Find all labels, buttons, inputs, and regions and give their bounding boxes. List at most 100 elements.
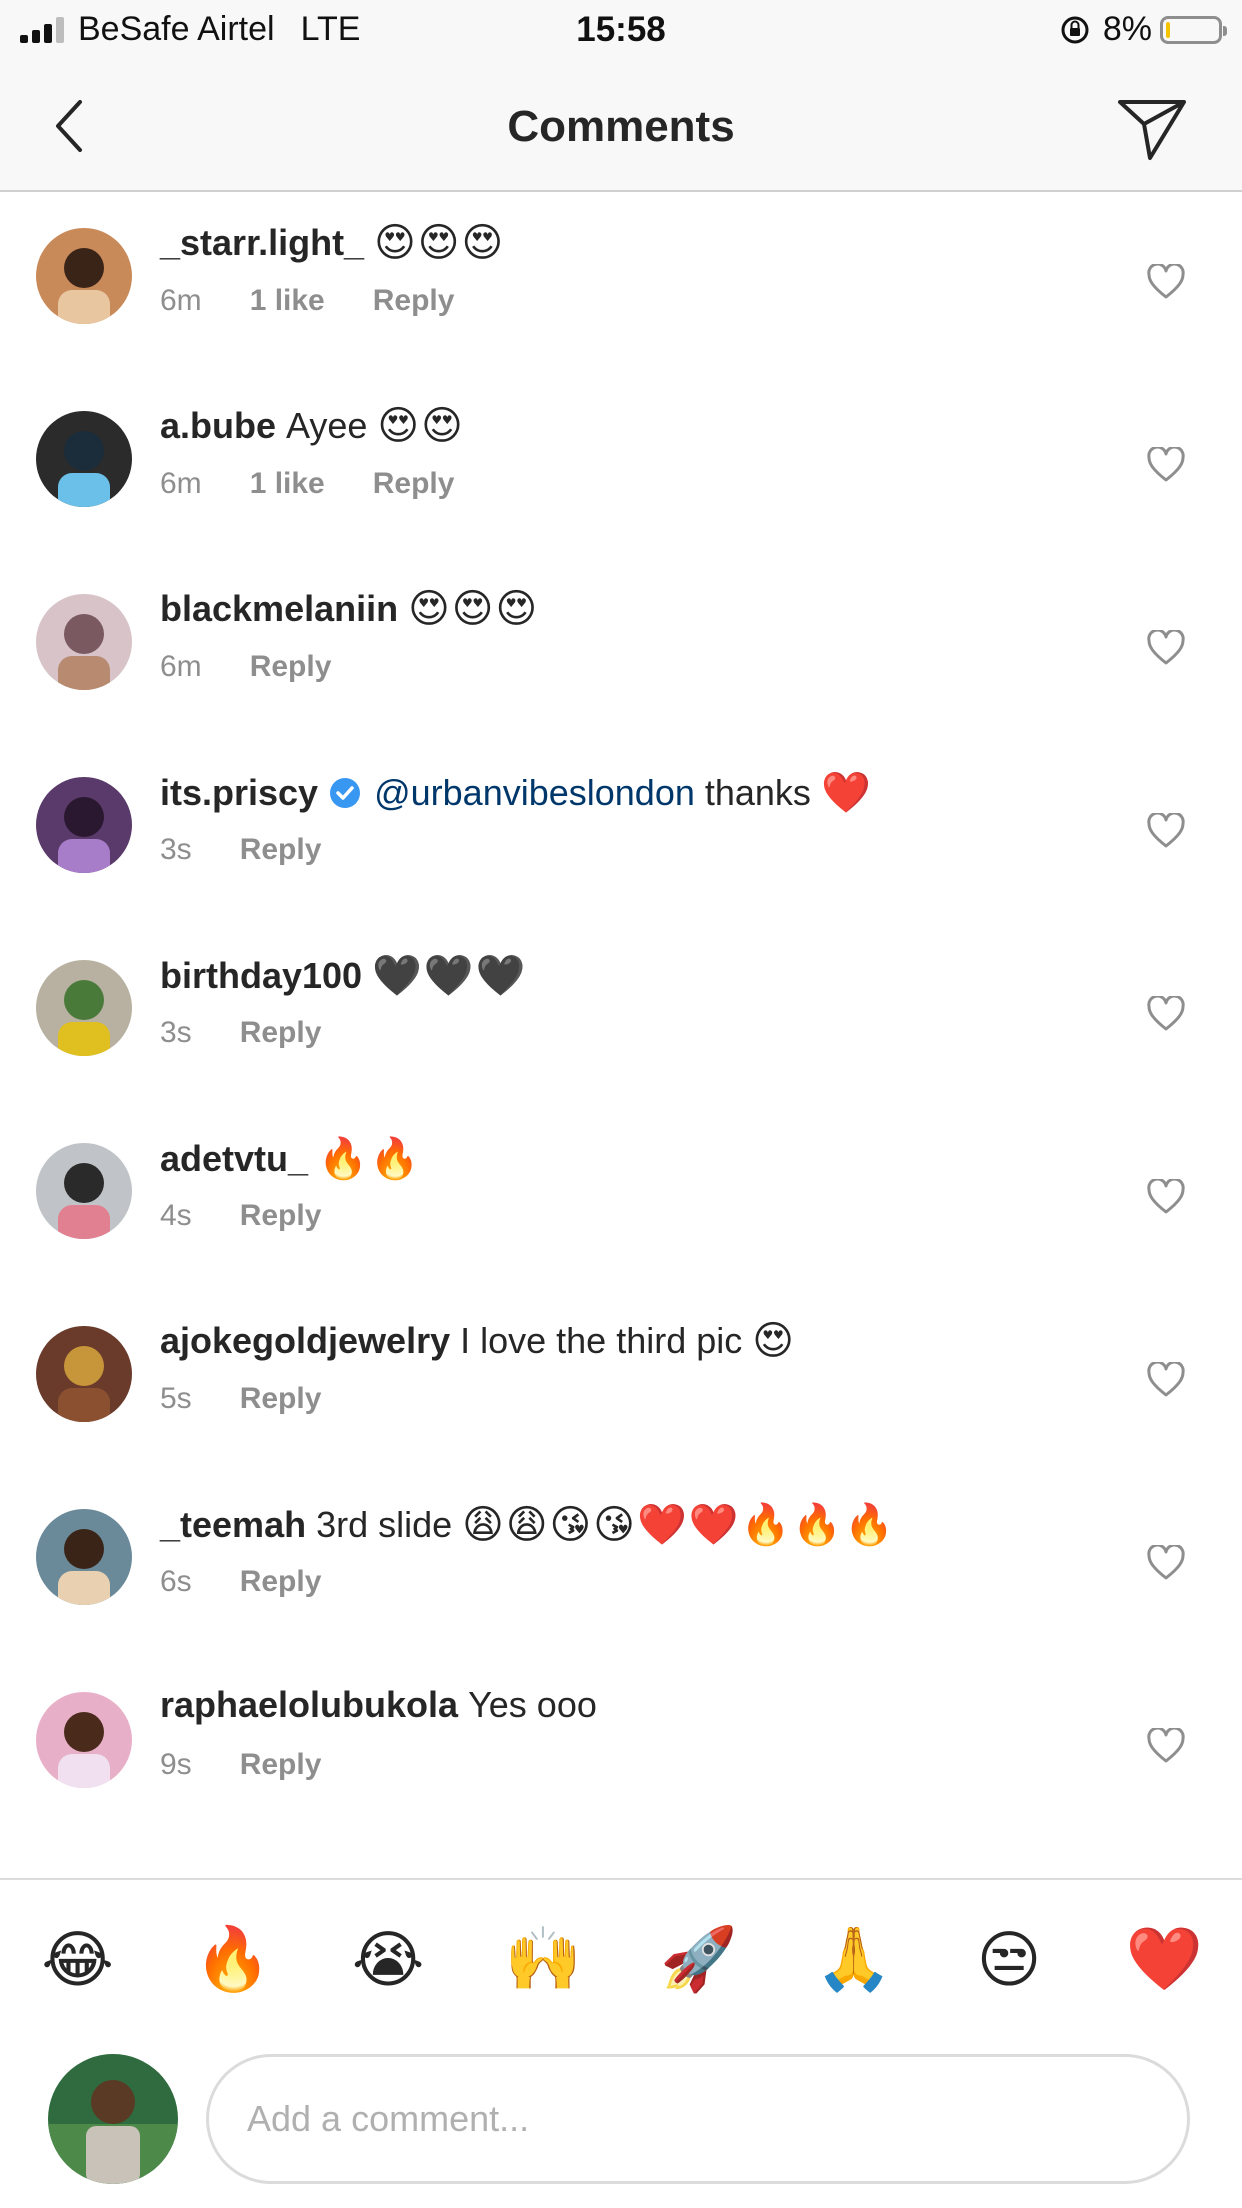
comment-username[interactable]: its.priscy <box>160 772 318 814</box>
comment-username[interactable]: raphaelolubukola <box>160 1684 458 1726</box>
heart-icon[interactable] <box>1146 996 1186 1032</box>
comment-text-line: blackmelaniin 😍😍😍 <box>160 586 539 632</box>
emoji-quick-button[interactable]: 🔥 <box>183 1923 283 1996</box>
emoji-quick-button[interactable]: 😒 <box>959 1923 1059 1996</box>
comment-like-count[interactable]: 1 like <box>250 284 325 318</box>
reply-button[interactable]: Reply <box>240 1199 322 1233</box>
comment-body: I love the third pic <box>460 1320 743 1361</box>
comment-username[interactable]: a.bube <box>160 405 276 447</box>
avatar[interactable] <box>36 1143 132 1239</box>
status-time: 15:58 <box>576 10 666 49</box>
emoji-quick-button[interactable]: 🙏 <box>804 1923 904 1996</box>
reply-button[interactable]: Reply <box>240 833 322 867</box>
comment-emojis: 😍 <box>752 1319 796 1363</box>
comment-timestamp: 3s <box>160 1016 192 1049</box>
status-bar: BeSafe Airtel LTE 15:58 8% <box>0 0 1242 64</box>
comment-emojis: 😍😍😍 <box>374 221 506 265</box>
emoji-quick-button[interactable]: 😂 <box>28 1923 128 1996</box>
orientation-lock-icon <box>1061 16 1089 43</box>
comment-body: Ayee <box>286 405 368 446</box>
comment-meta: 6m 1 like Reply <box>160 467 502 501</box>
avatar[interactable] <box>36 228 132 324</box>
heart-icon[interactable] <box>1146 264 1186 300</box>
comment-meta: 6m 1 like Reply <box>160 284 502 318</box>
heart-icon[interactable] <box>1146 1362 1186 1398</box>
reply-button[interactable]: Reply <box>373 467 455 501</box>
heart-icon[interactable] <box>1146 1179 1186 1215</box>
comment-row: _teemah 3rd slide 😩😩😘😘❤️❤️🔥🔥🔥 6s Reply <box>0 1473 1242 1656</box>
reply-button[interactable]: Reply <box>240 1565 322 1599</box>
reply-button[interactable]: Reply <box>240 1382 322 1416</box>
avatar[interactable] <box>36 777 132 873</box>
comment-body: Yes ooo <box>468 1684 597 1725</box>
comment-emojis: 🖤🖤🖤 <box>372 954 528 998</box>
heart-icon[interactable] <box>1146 1728 1186 1764</box>
emoji-quick-button[interactable]: 😭 <box>338 1923 438 1996</box>
comment-like-count[interactable]: 1 like <box>250 467 325 501</box>
comment-timestamp: 6s <box>160 1565 192 1598</box>
paper-plane-icon[interactable] <box>1112 88 1192 168</box>
comment-text-line: birthday100 🖤🖤🖤 <box>160 952 528 999</box>
emoji-quick-bar: 😂 🔥 😭 🙌 🚀 🙏 😒 ❤️ <box>0 1878 1242 2038</box>
page-title: Comments <box>507 102 735 151</box>
comment-emojis: ❤️ <box>820 771 873 815</box>
comment-meta: 6s Reply <box>160 1565 369 1599</box>
comment-username[interactable]: _starr.light_ <box>160 222 364 264</box>
heart-icon[interactable] <box>1146 1545 1186 1581</box>
comment-row: adetvtu_ 🔥🔥 4s Reply <box>0 1107 1242 1290</box>
avatar <box>48 2054 178 2184</box>
comment-timestamp: 9s <box>160 1748 192 1781</box>
battery-percent: 8% <box>1102 10 1152 48</box>
heart-icon[interactable] <box>1146 447 1186 483</box>
reply-button[interactable]: Reply <box>250 650 332 684</box>
comment-username[interactable]: ajokegoldjewelry <box>160 1320 450 1362</box>
comment-text-line: _starr.light_ 😍😍😍 <box>160 220 505 266</box>
status-right: 8% <box>1059 10 1227 49</box>
emoji-quick-button[interactable]: 🚀 <box>649 1923 749 1996</box>
avatar[interactable] <box>36 1326 132 1422</box>
reply-button[interactable]: Reply <box>240 1016 322 1050</box>
comment-username[interactable]: _teemah <box>160 1504 306 1546</box>
add-comment-input[interactable] <box>206 2054 1190 2184</box>
avatar[interactable] <box>36 594 132 690</box>
comment-text-line: a.bube Ayee 😍😍 <box>160 403 465 449</box>
comment-meta: 9s Reply <box>160 1748 369 1782</box>
comment-row: a.bube Ayee 😍😍 6m 1 like Reply <box>0 375 1242 558</box>
comment-timestamp: 6m <box>160 467 202 500</box>
avatar[interactable] <box>36 1692 132 1788</box>
comment-text-line: adetvtu_ 🔥🔥 <box>160 1135 422 1182</box>
comment-row: _starr.light_ 😍😍😍 6m 1 like Reply <box>0 192 1242 375</box>
comment-row: ajokegoldjewelry I love the third pic 😍 5s R… <box>0 1290 1242 1473</box>
comment-list[interactable]: _starr.light_ 😍😍😍 6m 1 like Reply a.bube Ayee… <box>0 192 1242 1878</box>
comment-meta: 6m Reply <box>160 650 379 684</box>
comment-row: its.priscy @urbanvibeslondon thanks ❤️ 3s Re… <box>0 741 1242 924</box>
comment-text-line: its.priscy @urbanvibeslondon thanks ❤️ <box>160 769 873 816</box>
comment-timestamp: 3s <box>160 833 192 866</box>
comment-meta: 3s Reply <box>160 833 369 867</box>
comment-username[interactable]: adetvtu_ <box>160 1138 308 1180</box>
comment-username[interactable]: blackmelaniin <box>160 588 398 630</box>
comment-timestamp: 6m <box>160 284 202 317</box>
heart-icon[interactable] <box>1146 630 1186 666</box>
nav-bar: Comments <box>0 64 1242 192</box>
comment-meta: 3s Reply <box>160 1016 369 1050</box>
emoji-quick-button[interactable]: 🙌 <box>493 1923 593 1996</box>
comment-composer <box>0 2038 1242 2208</box>
comment-timestamp: 4s <box>160 1199 192 1232</box>
reply-button[interactable]: Reply <box>373 284 455 318</box>
comment-mention-link[interactable]: @urbanvibeslondon <box>374 772 695 814</box>
avatar[interactable] <box>36 1509 132 1605</box>
emoji-quick-button[interactable]: ❤️ <box>1114 1923 1214 1996</box>
comment-emojis: 🔥🔥 <box>318 1137 422 1181</box>
comment-meta: 4s Reply <box>160 1199 369 1233</box>
comment-row: birthday100 🖤🖤🖤 3s Reply <box>0 924 1242 1107</box>
avatar[interactable] <box>36 960 132 1056</box>
battery-icon <box>1160 15 1227 44</box>
verified-badge-icon <box>330 777 361 808</box>
avatar[interactable] <box>36 411 132 507</box>
reply-button[interactable]: Reply <box>240 1748 322 1782</box>
comment-username[interactable]: birthday100 <box>160 955 362 997</box>
heart-icon[interactable] <box>1146 813 1186 849</box>
comment-timestamp: 5s <box>160 1382 192 1415</box>
comment-text-line: raphaelolubukola Yes ooo <box>160 1684 597 1726</box>
